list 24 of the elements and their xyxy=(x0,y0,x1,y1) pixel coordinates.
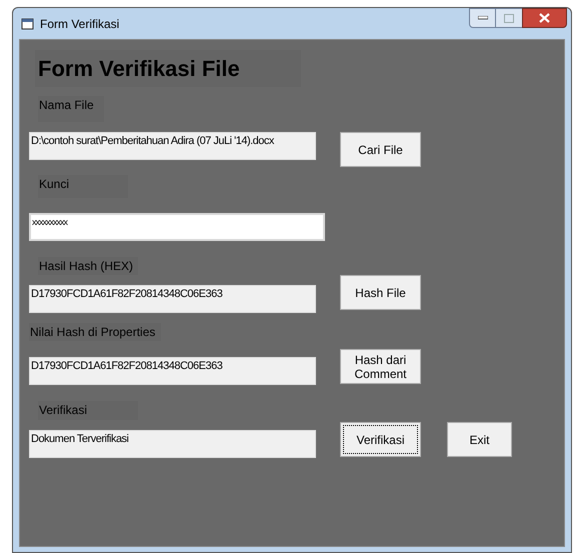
text-field[interactable]: D:\contoh surat\Pemberitahuan Adira (07 JuLi '14).docx xyxy=(29,132,316,160)
form-button[interactable]: Cari File xyxy=(340,132,421,167)
form-button[interactable]: Verifikasi xyxy=(340,422,421,457)
text-field[interactable]: Dokumen Terverifikasi xyxy=(29,430,316,458)
field-label: Verifikasi xyxy=(38,401,138,420)
text-field[interactable]: D17930FCD1A61F82F20814348C06E363 xyxy=(29,285,316,313)
window-title: Form Verifikasi xyxy=(40,16,120,32)
minimize-button[interactable] xyxy=(469,8,496,28)
close-icon xyxy=(539,13,550,23)
close-button[interactable] xyxy=(522,8,567,28)
field-label: Kunci xyxy=(38,175,128,198)
field-label: Hasil Hash (HEX) xyxy=(38,257,138,275)
text-field[interactable]: xxxxxxxxxx xyxy=(29,213,325,241)
window-icon xyxy=(21,18,34,30)
maximize-button[interactable] xyxy=(496,8,522,28)
maximize-icon xyxy=(504,14,514,22)
form-button[interactable]: Hash File xyxy=(340,275,421,310)
field-label: Nilai Hash di Properties xyxy=(29,323,161,341)
text-field[interactable]: D17930FCD1A61F82F20814348C06E363 xyxy=(29,357,316,385)
form-heading: Form Verifikasi File xyxy=(35,50,301,87)
form-button[interactable]: Exit xyxy=(447,422,512,457)
minimize-icon xyxy=(478,16,488,20)
field-label: Nama File xyxy=(38,96,104,122)
form-button[interactable]: Hash dari Comment xyxy=(340,349,421,384)
